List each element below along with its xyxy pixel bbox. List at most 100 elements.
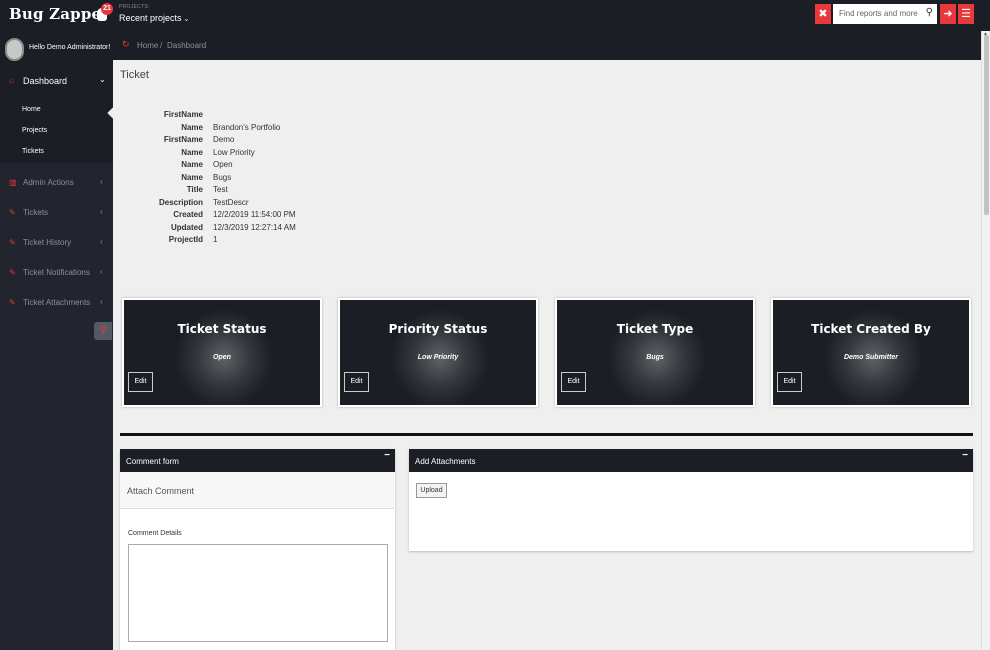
hamburger-icon: ☰ [961,8,971,20]
brand-logo-text[interactable]: Bug Zapper [9,5,109,23]
detail-key: Updated [171,222,203,232]
card-ticket-type: Ticket Type Bugs Edit [555,298,755,407]
detail-row: Name Brandon's Portfolio [140,123,340,135]
vertical-scrollbar[interactable]: ▲ ▼ [981,31,990,650]
detail-row: Description TestDescr [140,198,340,210]
upload-button[interactable]: Upload [416,483,447,498]
sidebar-item-tickets[interactable]: ✎ Tickets ‹ [0,203,113,223]
comment-details-textarea[interactable] [128,544,388,642]
sidebar-toggle-button[interactable]: ⚲ [94,322,112,340]
chevron-down-icon: ⌄ [183,16,190,23]
detail-row: ProjectId 1 [140,235,340,247]
chevron-left-icon: ‹ [100,237,103,246]
submenu-item-home[interactable]: Home [22,106,41,113]
refresh-icon[interactable]: ↻ [122,39,130,50]
chevron-left-icon: ‹ [100,207,103,216]
ticket-icon: ✎ [9,268,16,277]
avatar[interactable] [5,38,24,61]
search-input[interactable]: Find reports and more [839,9,918,18]
sidebar-item-label: Ticket Attachments [23,298,91,307]
card-ticket-status: Ticket Status Open Edit [122,298,322,407]
edit-button[interactable]: Edit [777,372,802,392]
chevron-left-icon: ‹ [100,177,103,186]
pin-icon: ⚲ [99,325,107,336]
comment-details-label: Comment Details [128,530,182,537]
panel-header: Add Attachments − [409,449,973,472]
submenu-item-tickets[interactable]: Tickets [22,148,44,155]
card-title: Ticket Created By [811,322,931,336]
detail-row: Name Low Priority [140,148,340,160]
detail-key: FirstName [163,135,203,144]
detail-key: Name [181,160,203,169]
sidebar-item-label: Dashboard [23,76,68,86]
ticket-icon: ✎ [9,238,16,247]
projects-label: PROJECTS: [119,4,150,10]
card-value: Bugs [646,354,664,361]
detail-row: Created 12/2/2019 11:54:00 PM [140,210,340,222]
sidebar: Hello Demo Administrator! ⌂ Dashboard ⌄ … [0,31,113,650]
detail-row: FirstName Demo [140,135,340,147]
search-icon[interactable]: ⚲ [926,7,933,18]
brand[interactable]: Bug Zapper 21 [0,0,113,31]
panel-header: Comment form − [120,449,395,472]
user-greeting: Hello Demo Administrator! [29,44,111,51]
sidebar-item-ticket-attachments[interactable]: ✎ Ticket Attachments ‹ [0,293,113,313]
detail-value: 12/2/2019 11:54:00 PM [213,210,296,219]
comment-form-panel: Comment form − Attach Comment Comment De… [120,449,395,650]
menu-button[interactable]: ☰ [958,4,974,24]
detail-row: Title Test [140,185,340,197]
card-ticket-created-by: Ticket Created By Demo Submitter Edit [771,298,971,407]
top-bar: Bug Zapper 21 PROJECTS: Recent projects ⌄… [0,0,990,31]
detail-row: FirstName [140,110,340,122]
ticket-icon: ✎ [9,298,16,307]
sidebar-item-label: Ticket Notifications [23,268,90,277]
dashboard-submenu: Home Projects Tickets [0,95,113,163]
card-value: Demo Submitter [843,354,899,361]
home-icon: ⌂ [9,76,14,85]
sidebar-item-dashboard[interactable]: ⌂ Dashboard ⌄ [0,67,113,95]
minimize-icon[interactable]: − [384,450,390,461]
divider [120,433,973,436]
detail-key: ProjectId [168,235,203,244]
card-priority-status: Priority Status Low Priority Edit [338,298,538,407]
sidebar-item-ticket-notifications[interactable]: ✎ Ticket Notifications ‹ [0,263,113,283]
edit-button[interactable]: Edit [344,372,369,392]
detail-key: Name [181,147,203,157]
logout-button[interactable]: ➜ [940,4,956,24]
minimize-icon[interactable]: − [962,450,968,461]
breadcrumb-separator: / [160,41,163,50]
expand-icon: ✖ [818,8,828,20]
notification-badge[interactable]: 21 [101,3,113,15]
detail-value: Demo [213,135,235,144]
fullscreen-button[interactable]: ✖ [815,4,831,24]
chevron-left-icon: ‹ [100,267,103,276]
detail-row: Name Open [140,160,340,172]
detail-row: Updated 12/3/2019 12:27:14 AM [140,223,340,235]
sidebar-item-label: Tickets [23,208,49,217]
edit-button[interactable]: Edit [561,372,586,392]
detail-value: Open [213,160,233,169]
edit-button[interactable]: Edit [128,372,153,392]
search-box[interactable]: Find reports and more ⚲ [833,4,937,24]
scrollbar-thumb[interactable] [984,35,989,215]
logout-icon: ➜ [943,8,953,20]
card-title: Ticket Type [616,322,694,336]
sidebar-item-ticket-history[interactable]: ✎ Ticket History ‹ [0,233,113,253]
detail-key: Description [158,197,203,207]
submenu-item-projects[interactable]: Projects [22,127,47,134]
breadcrumb-home[interactable]: Home [137,41,158,50]
detail-value: Brandon's Portfolio [213,122,281,132]
breadcrumb-current: Dashboard [167,41,207,50]
detail-key: Name [181,172,203,182]
detail-key: Name [181,122,203,132]
attach-comment-label: Attach Comment [127,486,195,496]
recent-projects-dropdown[interactable]: Recent projects ⌄ [119,13,189,23]
detail-value: 1 [213,235,218,244]
sidebar-item-admin-actions[interactable]: ▥ Admin Actions ‹ [0,173,113,193]
card-value: Open [213,354,231,361]
detail-value: TestDescr [213,197,249,207]
breadcrumb: ↻ Home / Dashboard [113,31,981,60]
detail-row: Name Bugs [140,173,340,185]
detail-value: Test [213,185,228,194]
bar-chart-icon: ▥ [9,178,17,187]
